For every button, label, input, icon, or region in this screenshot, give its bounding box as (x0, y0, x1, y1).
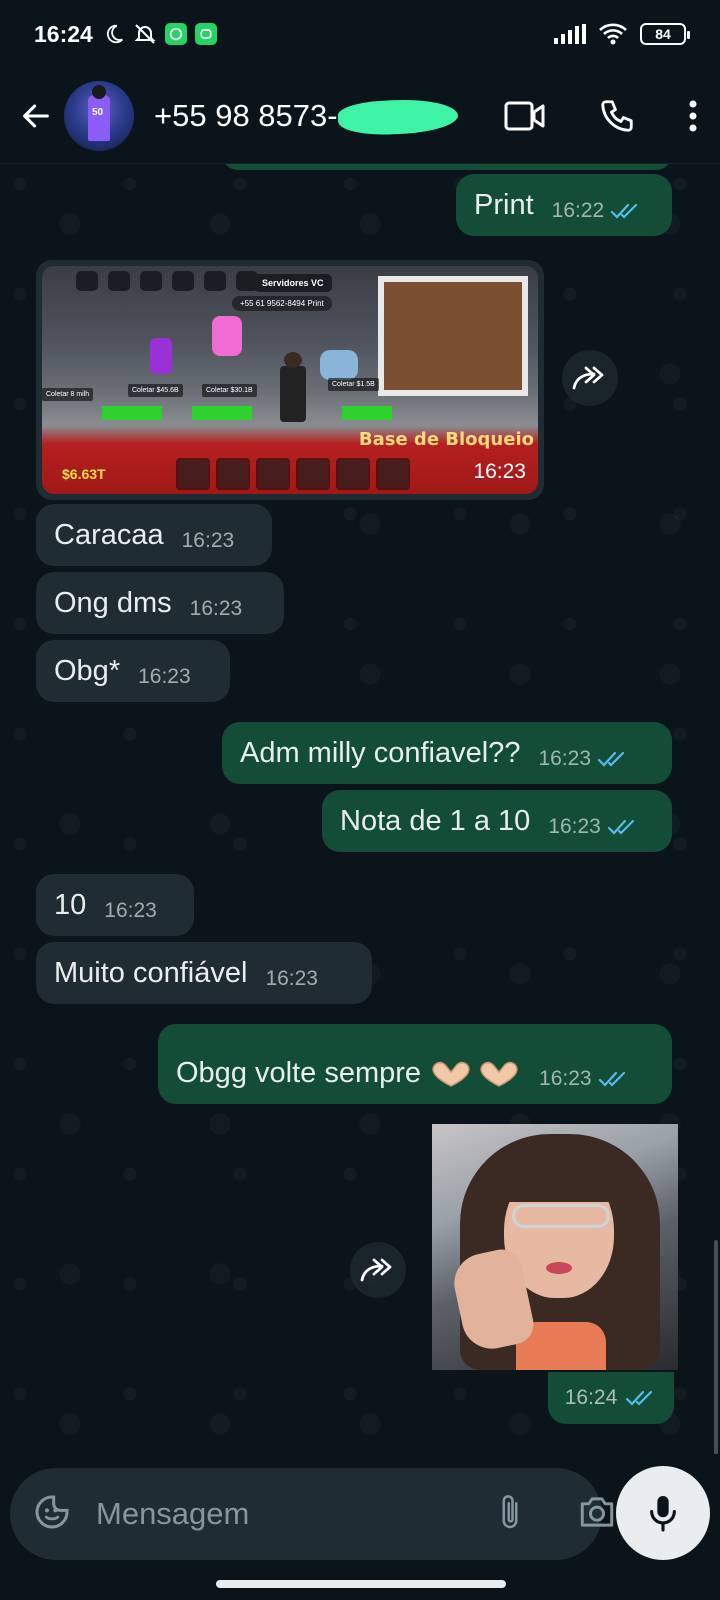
kebab-menu-icon (689, 100, 697, 131)
message-time: 16:23 (265, 967, 318, 990)
status-time: 16:24 (34, 20, 93, 47)
message-time: 16:23 (538, 747, 592, 770)
message-time: 16:23 (539, 1067, 592, 1090)
message-in[interactable]: 10 16:23 (36, 874, 194, 936)
message-text: Muito confiável (54, 957, 248, 989)
moon-icon (103, 23, 125, 45)
voice-record-button[interactable] (616, 1466, 710, 1560)
back-button[interactable] (16, 96, 56, 136)
chat-area[interactable]: Print 16:22 Servidores VC +55 61 9562-84… (0, 164, 720, 1454)
mute-bell-icon (133, 22, 157, 46)
message-text: Obgg volte sempre (176, 1057, 422, 1089)
message-in[interactable]: Muito confiável 16:23 (36, 942, 372, 1004)
message-out[interactable]: Obgg volte sempre 16:23 (158, 1024, 672, 1104)
message-text: Obg* (54, 655, 121, 687)
selfie-photo-image[interactable] (432, 1124, 678, 1370)
status-right: 84 (554, 22, 690, 46)
microphone-icon (650, 1496, 676, 1532)
more-options-button[interactable] (688, 99, 698, 133)
game-screenshot-image[interactable]: Servidores VC +55 61 9562-8494 Print Col… (42, 266, 538, 494)
partial-message-bubble (222, 164, 672, 170)
app-notification-icon (194, 23, 217, 45)
message-text: Nota de 1 a 10 (340, 805, 531, 837)
message-time: 16:23 (473, 460, 526, 483)
game-shark-character (320, 350, 358, 380)
message-meta: 16:23 (548, 810, 639, 844)
header-actions (504, 97, 704, 135)
message-out[interactable]: Adm milly confiavel?? 16:23 (222, 722, 672, 784)
game-server-label: Servidores VC (254, 274, 332, 292)
photo-message[interactable] (432, 1124, 678, 1372)
game-pink-character (212, 316, 242, 356)
message-text: Caracaa (54, 519, 164, 551)
read-ticks-icon (625, 1389, 657, 1407)
message-text: Adm milly confiavel?? (240, 737, 521, 769)
forward-button[interactable] (562, 350, 618, 406)
game-notification-chip: +55 61 9562-8494 Print (232, 296, 332, 311)
message-meta: 16:22 (552, 194, 643, 228)
message-time: 16:23 (181, 529, 235, 552)
message-in[interactable]: Ong dms 16:23 (36, 572, 284, 634)
video-camera-icon (504, 101, 545, 130)
wifi-icon (598, 22, 628, 46)
message-out[interactable]: Nota de 1 a 10 16:23 (322, 790, 672, 852)
image-message[interactable]: Servidores VC +55 61 9562-8494 Print Col… (36, 260, 544, 500)
message-time: 16:23 (138, 665, 191, 688)
message-time: 16:22 (551, 199, 605, 222)
home-indicator[interactable] (216, 1580, 506, 1588)
contact-name[interactable]: +55 98 8573- (154, 96, 459, 137)
battery-indicator: 84 (640, 23, 690, 45)
heart-hands-emoji-icon (429, 1060, 521, 1090)
chat-header: 50 +55 98 8573- (0, 68, 720, 164)
voice-call-button[interactable] (598, 97, 636, 135)
signal-icon (554, 24, 586, 44)
read-ticks-icon (598, 1070, 630, 1088)
message-text: 10 (54, 889, 87, 921)
scrollbar[interactable] (714, 1240, 718, 1454)
game-inventory-bar (176, 458, 410, 490)
status-left: 16:24 (34, 21, 217, 48)
message-meta: 16:23 (539, 1062, 630, 1096)
game-collect-label: Coletar 8 milh (42, 388, 94, 401)
game-wall (378, 276, 528, 396)
photo-message-meta: 16:24 (548, 1372, 674, 1424)
game-collect-label: Coletar $30.1B (202, 384, 257, 397)
attach-paperclip-icon[interactable] (495, 1491, 525, 1538)
game-base-label: Base de Bloqueio (358, 429, 534, 450)
game-player-avatar (280, 352, 306, 422)
message-input[interactable] (96, 1496, 495, 1532)
message-time: 16:23 (104, 899, 157, 922)
composer-actions (495, 1491, 617, 1538)
contact-name-text: +55 98 8573- (154, 97, 338, 133)
message-time: 16:23 (548, 815, 601, 838)
contact-avatar[interactable]: 50 (64, 80, 134, 151)
forward-icon (360, 1258, 392, 1282)
read-ticks-icon (597, 750, 629, 768)
message-text: Print (474, 189, 534, 221)
camera-icon[interactable] (577, 1494, 617, 1535)
read-ticks-icon (607, 818, 639, 836)
sticker-icon[interactable] (32, 1492, 72, 1537)
forward-icon (572, 366, 604, 390)
message-time: 16:23 (189, 597, 243, 620)
message-in[interactable]: Obg* 16:23 (36, 640, 230, 702)
read-ticks-icon (610, 202, 642, 220)
forward-button[interactable] (350, 1242, 406, 1298)
message-text: Ong dms (54, 587, 172, 619)
message-meta: 16:23 (538, 742, 629, 776)
message-time: 16:24 (564, 1386, 618, 1409)
arrow-left-icon (23, 104, 49, 127)
phone-icon (601, 99, 633, 132)
whatsapp-notification-icon (164, 23, 187, 45)
game-purple-character (150, 338, 172, 374)
video-call-button[interactable] (504, 99, 546, 133)
game-money: $6.63T (62, 466, 106, 482)
game-collect-label: Coletar $1.5B (328, 378, 379, 391)
game-collect-label: Coletar $45.6B (128, 384, 183, 397)
message-composer (10, 1468, 614, 1560)
redaction-mark (337, 96, 459, 137)
message-in[interactable]: Caracaa 16:23 (36, 504, 272, 566)
status-bar: 16:24 84 (0, 0, 720, 68)
message-out[interactable]: Print 16:22 (456, 174, 672, 236)
